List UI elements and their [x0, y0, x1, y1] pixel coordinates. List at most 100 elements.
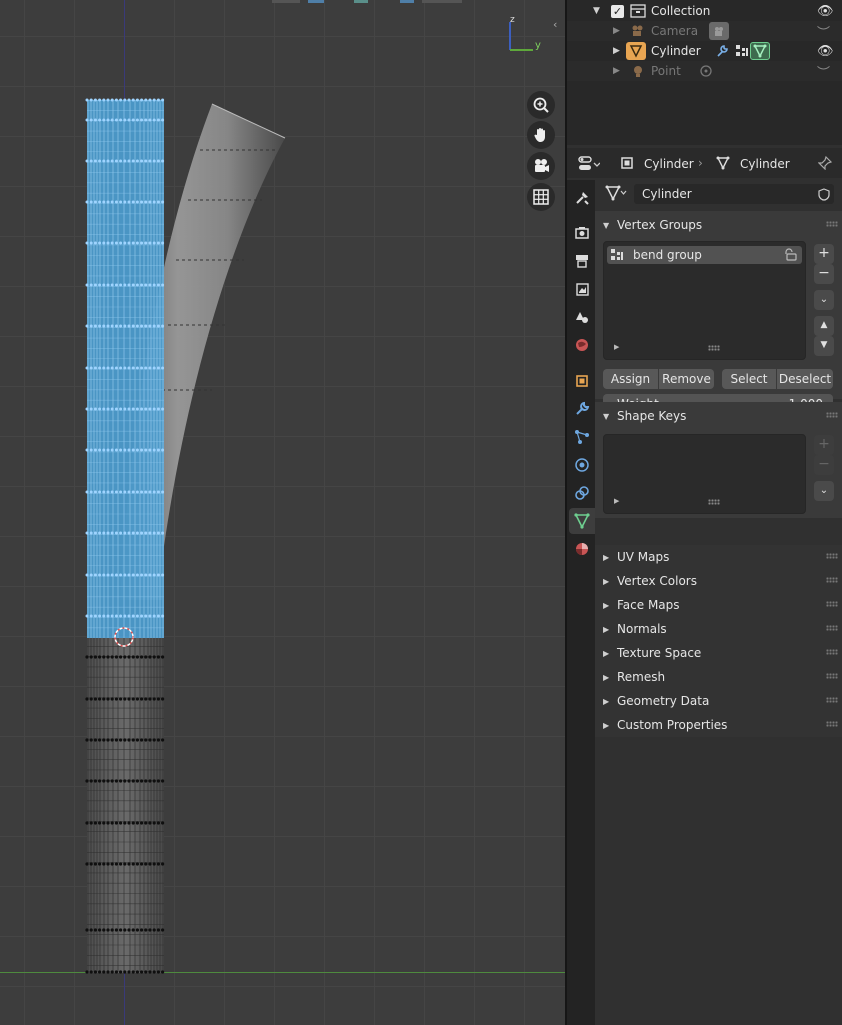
checkbox-icon[interactable]: ✓	[611, 4, 624, 18]
panel-title: Custom Properties	[617, 718, 728, 732]
editor-type-icon[interactable]	[578, 156, 601, 175]
outliner-label[interactable]: Point	[651, 64, 681, 78]
gizmo-z-label: z	[510, 15, 515, 25]
drag-grip-icon[interactable]	[826, 697, 838, 703]
breadcrumb-object[interactable]: Cylinder	[644, 157, 694, 171]
outliner-label[interactable]: Cylinder	[651, 44, 701, 58]
object-icon	[620, 156, 634, 173]
remove-shape-key-button[interactable]: −	[814, 455, 834, 475]
mesh-data-icon[interactable]	[605, 185, 627, 204]
vertex-group-item[interactable]: bend group	[607, 246, 802, 264]
drag-grip-icon[interactable]	[826, 625, 838, 631]
tab-object[interactable]	[569, 368, 595, 394]
select-button[interactable]: Select	[722, 369, 776, 389]
eye-icon[interactable]: 👁	[817, 4, 834, 19]
drag-grip-icon[interactable]	[826, 649, 838, 655]
add-vertex-group-button[interactable]: +	[814, 244, 834, 264]
expand-arrow-icon: ▶	[603, 672, 610, 682]
tab-world[interactable]	[569, 332, 595, 358]
tab-output[interactable]	[569, 248, 595, 274]
drag-grip-icon[interactable]	[826, 577, 838, 583]
tab-mesh-data[interactable]	[569, 508, 595, 534]
expand-arrow-icon[interactable]: ▼	[593, 6, 600, 16]
expand-arrow-icon[interactable]: ▶	[613, 66, 620, 76]
lock-icon[interactable]	[783, 248, 797, 264]
remove-button[interactable]: Remove	[659, 369, 714, 389]
drag-grip-icon[interactable]	[826, 412, 838, 418]
outliner-row-camera[interactable]: ▶ Camera ︶	[567, 21, 842, 41]
move-up-button[interactable]: ▲	[814, 316, 834, 336]
shape-keys-header[interactable]: ▼ Shape Keys	[595, 404, 842, 428]
outliner-row-cylinder[interactable]: ▶ Cylinder 👁	[567, 41, 842, 61]
light-object-icon	[628, 62, 648, 80]
datablock-name-field[interactable]: Cylinder	[634, 184, 814, 204]
vertex-group-list[interactable]: bend group ▶	[603, 241, 806, 360]
fake-user-button[interactable]	[814, 184, 834, 204]
tab-particles[interactable]	[569, 424, 595, 450]
expand-arrow-icon[interactable]: ▶	[613, 46, 620, 56]
tab-tool[interactable]	[569, 185, 595, 211]
mesh-display[interactable]	[0, 0, 565, 1025]
shape-key-list[interactable]: ▶	[603, 434, 806, 514]
deselect-button[interactable]: Deselect	[777, 369, 833, 389]
tab-constraints[interactable]	[569, 480, 595, 506]
vertex-group-name[interactable]: bend group	[633, 248, 702, 262]
wrench-modifier-icon[interactable]	[712, 42, 732, 60]
vertex-group-icon[interactable]	[732, 42, 752, 60]
list-expand-icon[interactable]: ▶	[614, 497, 619, 505]
tab-view-layer[interactable]	[569, 276, 595, 302]
mesh-data-icon[interactable]	[750, 42, 770, 60]
properties-editor[interactable]: Cylinder › Cylinder Cylinder ▼ Vertex Gr…	[567, 145, 842, 1025]
panel-texture-space[interactable]: ▶ Texture Space	[595, 641, 842, 665]
outliner-row-point[interactable]: ▶ Point ︶	[567, 61, 842, 81]
3d-viewport[interactable]: z y ‹	[0, 0, 565, 1025]
eye-closed-icon[interactable]: ︶	[817, 62, 830, 81]
vertex-groups-header[interactable]: ▼ Vertex Groups	[595, 213, 842, 237]
panel-uv-maps[interactable]: ▶ UV Maps	[595, 545, 842, 569]
tab-render[interactable]	[569, 220, 595, 246]
outliner-label[interactable]: Camera	[651, 24, 698, 38]
eye-closed-icon[interactable]: ︶	[817, 22, 830, 41]
drag-grip-icon[interactable]	[826, 601, 838, 607]
axis-gizmo[interactable]: z y	[505, 12, 545, 54]
datablock-name: Cylinder	[642, 187, 692, 201]
sidebar-toggle-icon[interactable]: ‹	[553, 18, 565, 36]
drag-grip-icon[interactable]	[826, 553, 838, 559]
move-down-button[interactable]: ▼	[814, 336, 834, 356]
camera-view-icon[interactable]	[527, 152, 555, 180]
assign-button[interactable]: Assign	[603, 369, 658, 389]
zoom-icon[interactable]	[527, 91, 555, 119]
panel-custom-properties[interactable]: ▶ Custom Properties	[595, 713, 842, 737]
panel-remesh[interactable]: ▶ Remesh	[595, 665, 842, 689]
panel-geometry-data[interactable]: ▶ Geometry Data	[595, 689, 842, 713]
drag-grip-icon[interactable]	[826, 721, 838, 727]
add-shape-key-button[interactable]: +	[814, 435, 834, 455]
shape-key-specials-button[interactable]: ⌄	[814, 481, 834, 501]
expand-arrow-icon: ▶	[603, 600, 610, 610]
panel-vertex-colors[interactable]: ▶ Vertex Colors	[595, 569, 842, 593]
expand-arrow-icon[interactable]: ▶	[613, 26, 620, 36]
remove-vertex-group-button[interactable]: −	[814, 264, 834, 284]
drag-grip-icon[interactable]	[826, 673, 838, 679]
drag-grip-icon[interactable]	[826, 221, 838, 227]
hand-pan-icon[interactable]	[527, 121, 555, 149]
list-resize-grip[interactable]	[708, 499, 720, 505]
breadcrumb-data[interactable]: Cylinder	[740, 157, 790, 171]
tab-material[interactable]	[569, 536, 595, 562]
expand-arrow-icon: ▶	[603, 720, 610, 730]
grid-ortho-icon[interactable]	[527, 183, 555, 211]
tab-scene[interactable]	[569, 304, 595, 330]
list-expand-icon[interactable]: ▶	[614, 343, 619, 351]
outliner-row-collection[interactable]: ▼ ✓ Collection 👁	[567, 1, 842, 21]
tab-modifiers[interactable]	[569, 396, 595, 422]
tab-physics[interactable]	[569, 452, 595, 478]
outliner-label[interactable]: Collection	[651, 4, 710, 18]
header-fragments	[272, 0, 462, 3]
eye-icon[interactable]: 👁	[817, 44, 834, 59]
panel-normals[interactable]: ▶ Normals	[595, 617, 842, 641]
outliner[interactable]: ▼ ✓ Collection 👁 ▶ Camera ︶ ▶ Cylinder 👁…	[567, 0, 842, 145]
pin-icon[interactable]	[817, 155, 833, 173]
panel-face-maps[interactable]: ▶ Face Maps	[595, 593, 842, 617]
vertex-group-specials-button[interactable]: ⌄	[814, 290, 834, 310]
list-resize-grip[interactable]	[708, 345, 720, 351]
